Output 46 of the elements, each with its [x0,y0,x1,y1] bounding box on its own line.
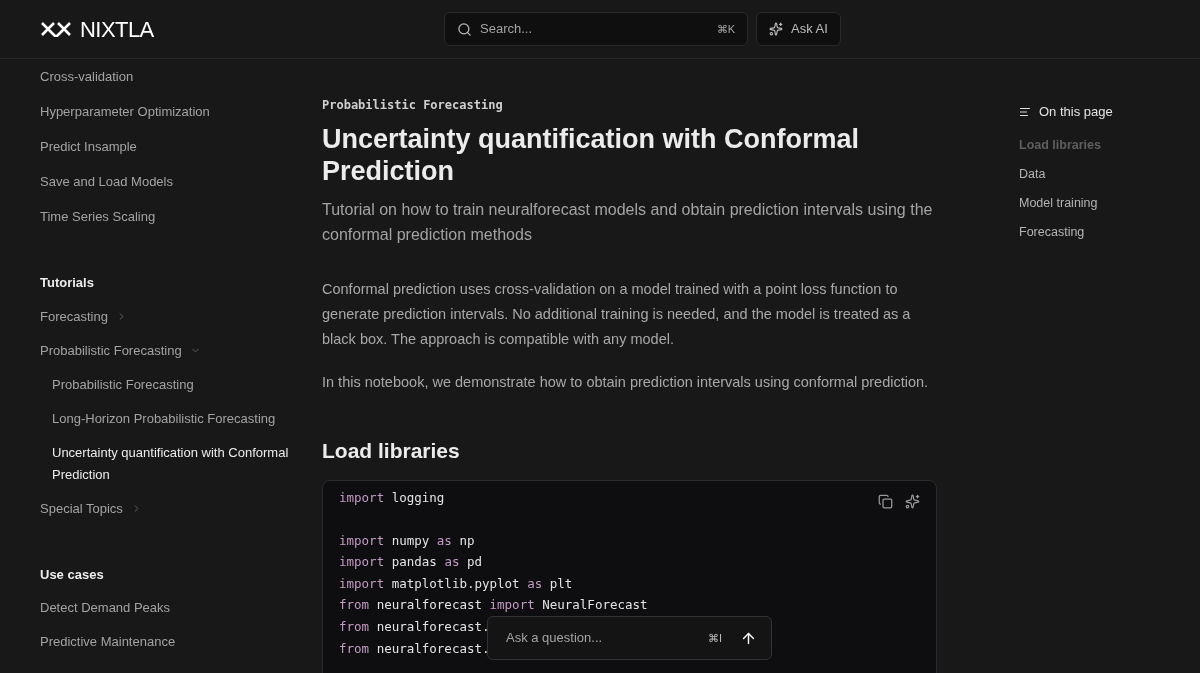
sidebar-item[interactable]: Probabilistic Forecasting [40,373,306,396]
body-paragraph: In this notebook, we demonstrate how to obtain prediction intervals using conformal prediction. [322,373,930,392]
sidebar-item[interactable]: Cross-validation [40,66,306,88]
section-heading: Load libraries [322,438,461,464]
section-heading: Tutorials [40,274,95,292]
logo-icon [40,21,72,37]
search-bar[interactable]: Search... ⌘K [444,12,748,46]
code-line: import logging [339,489,445,505]
sidebar-group[interactable]: Forecasting [40,305,306,328]
code-line: from neuralforecast import NeuralForecast [339,597,648,613]
sidebar-item[interactable]: Time Series Scaling [40,206,306,228]
shortcut-hint: ⌘I [707,630,722,646]
sidebar-group[interactable]: Probabilistic Forecasting [40,339,306,362]
page-subtitle: Tutorial on how to train neuralforecast models and obtain prediction intervals using the conformal prediction methods [322,200,934,245]
sparkle-icon[interactable] [905,493,920,509]
question-field[interactable]: Ask a question... [506,628,700,648]
eyebrow-label: Probabilistic Forecasting [322,97,504,114]
ask-ai-button[interactable]: Ask AI [756,12,841,46]
sidebar-item[interactable]: Hyperparameter Optimization [40,101,306,123]
sidebar-item[interactable]: Predictive Maintenance [40,631,306,653]
code-line: import numpy as np [339,532,475,548]
search-icon [457,21,472,37]
sidebar-item[interactable]: Save and Load Models [40,171,306,193]
list-icon [1019,105,1031,118]
search-field[interactable]: Search... [480,19,709,39]
sidebar-item[interactable]: Uncertainty quantification with Conformal Prediction [40,441,306,486]
sidebar-item[interactable]: Predict Insample [40,136,306,158]
code-line: from neuralforecast. [339,619,490,635]
code-line: from neuralforecast. [339,640,490,656]
code-line: import matplotlib.pyplot as plt [339,575,573,591]
shortcut-hint: ⌘K [716,21,735,37]
code-line: import pandas as pd [339,554,482,570]
sidebar-group[interactable]: Special Topics [40,497,306,520]
copy-icon[interactable] [878,493,893,509]
toc-title: On this page [1039,103,1113,121]
toc-link[interactable]: Forecasting [1019,222,1113,241]
toc-link[interactable]: Model training [1019,193,1113,212]
body-paragraph: Conformal prediction uses cross-validation on a model trained with a point loss function to generate prediction intervals. No additional training is needed, and the model is treated as a black box. The approach is compatible with any model. [322,280,912,349]
section-heading: Use cases [40,565,105,584]
sidebar-item[interactable]: Detect Demand Peaks [40,597,306,619]
toc-link[interactable]: Data [1019,164,1113,183]
page-title: Uncertainty quantification with Conformal Prediction [322,123,861,187]
ask-box[interactable]: Ask a question... ⌘I [487,616,772,660]
sidebar-item[interactable]: Long-Horizon Probabilistic Forecasting [40,407,306,430]
sparkle-icon [769,22,783,36]
logo-text: NIXTLA [80,15,154,44]
